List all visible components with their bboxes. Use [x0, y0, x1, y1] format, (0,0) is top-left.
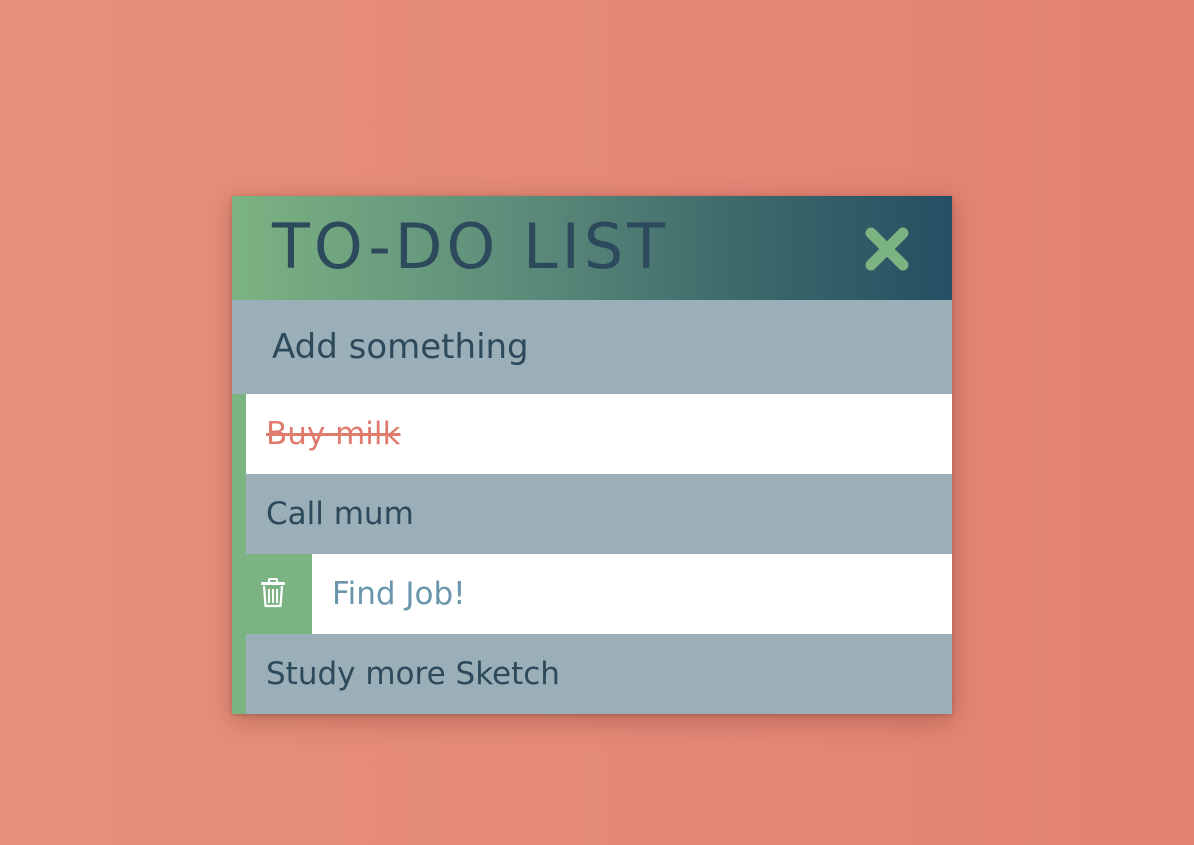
close-button[interactable] — [862, 224, 912, 274]
page-title: TO-DO LIST — [272, 210, 670, 283]
close-x-icon — [865, 227, 909, 271]
todo-item-text: Buy milk — [266, 416, 401, 452]
todo-window: TO-DO LIST Buy milk Call mum — [232, 196, 952, 714]
trash-icon — [261, 578, 285, 608]
list-item-call-mum[interactable]: Call mum — [246, 474, 952, 554]
todo-list: Buy milk Call mum Find Job! Study more S… — [232, 394, 952, 714]
todo-item-text: Find Job! — [332, 576, 466, 612]
todo-item-text: Call mum — [266, 496, 414, 532]
todo-item-text: Study more Sketch — [266, 656, 560, 692]
delete-button[interactable] — [246, 554, 312, 634]
todo-header: TO-DO LIST — [232, 196, 952, 300]
list-item-find-job[interactable]: Find Job! — [246, 554, 952, 634]
list-item-study-sketch[interactable]: Study more Sketch — [246, 634, 952, 714]
add-todo-row — [232, 300, 952, 394]
add-todo-input[interactable] — [272, 324, 912, 370]
list-item-buy-milk[interactable]: Buy milk — [246, 394, 952, 474]
